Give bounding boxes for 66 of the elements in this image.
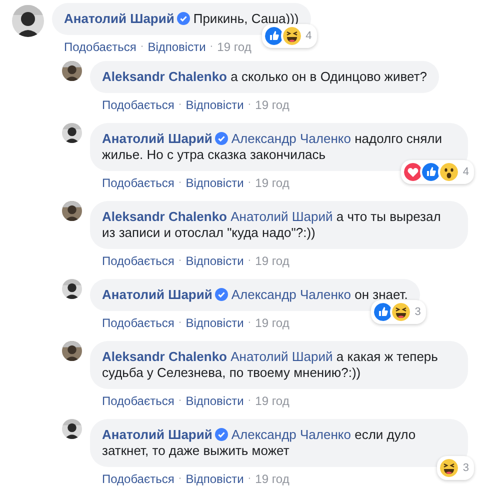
comment-text: Aleksandr Chalenko а сколько он в Одинцово живет? — [102, 69, 428, 85]
heart-icon — [402, 161, 424, 183]
separator-dot: · — [248, 98, 252, 112]
separator-dot: · — [248, 394, 252, 408]
like-icon — [372, 301, 394, 323]
action-link[interactable]: Подобається — [102, 175, 174, 191]
action-link[interactable]: Відповісти — [186, 393, 244, 409]
action-link[interactable]: Відповісти — [186, 97, 244, 113]
separator-dot: · — [248, 176, 252, 190]
timestamp: 19 год — [255, 97, 290, 113]
comment-text: Анатолий Шарий Александр Чаленко если дуло заткнет, то даже выжить может — [102, 427, 417, 459]
comment-text: Анатолий Шарий Прикинь, Саша))) — [64, 11, 299, 27]
action-link[interactable]: Відповісти — [186, 253, 244, 269]
author-link[interactable]: Анатолий Шарий — [102, 131, 212, 146]
laughing-emoji-icon — [438, 457, 460, 479]
author-link[interactable]: Анатолий Шарий — [102, 427, 212, 442]
mention-link[interactable]: Александр Чаленко — [231, 287, 351, 302]
action-link[interactable]: Подобається — [102, 471, 174, 487]
timestamp: 19 год — [217, 39, 252, 55]
reaction-count: 3 — [414, 304, 421, 320]
laughing-emoji-icon — [390, 301, 412, 323]
author-link[interactable]: Aleksandr Chalenko — [102, 69, 227, 84]
action-link[interactable]: Відповісти — [186, 315, 244, 331]
action-link[interactable]: Подобається — [102, 315, 174, 331]
separator-dot: · — [248, 254, 252, 268]
author-link[interactable]: Анатолий Шарий — [64, 11, 174, 26]
mention-link[interactable]: Александр Чаленко — [231, 131, 351, 146]
separator-dot: · — [178, 472, 182, 486]
reaction-count: 3 — [462, 460, 469, 476]
action-link[interactable]: Подобається — [102, 253, 174, 269]
mention-link[interactable]: Анатолий Шарий — [230, 349, 333, 364]
author-link[interactable]: Aleksandr Chalenko — [102, 209, 227, 224]
separator-dot: · — [178, 98, 182, 112]
timestamp: 19 год — [255, 315, 290, 331]
mention-link[interactable]: Александр Чаленко — [231, 427, 351, 442]
action-link[interactable]: Відповісти — [186, 175, 244, 191]
separator-dot: · — [248, 472, 252, 486]
action-link[interactable]: Відповісти — [186, 471, 244, 487]
separator-dot: · — [210, 40, 214, 54]
comment-text: Aleksandr Chalenko Анатолий Шарий а что ты вырезал из записи и отослал "куда надо"?:)) — [102, 209, 442, 241]
timestamp: 19 год — [255, 471, 290, 487]
action-link[interactable]: Відповісти — [148, 39, 206, 55]
action-link[interactable]: Подобається — [64, 39, 136, 55]
comment-text: Анатолий Шарий Александр Чаленко надолго сняли жилье. Но с утра сказка закончилась — [102, 131, 443, 163]
separator-dot: · — [140, 40, 144, 54]
separator-dot: · — [178, 394, 182, 408]
comment-text: Анатолий Шарий Александр Чаленко он знает. — [102, 287, 408, 303]
separator-dot: · — [178, 316, 182, 330]
action-link[interactable]: Подобається — [102, 393, 174, 409]
timestamp: 19 год — [255, 175, 290, 191]
surprised-emoji-icon — [438, 161, 460, 183]
reaction-count: 4 — [462, 164, 469, 180]
timestamp: 19 год — [255, 393, 290, 409]
like-icon — [262, 25, 285, 47]
mention-link[interactable]: Анатолий Шарий — [230, 209, 333, 224]
laughing-emoji-icon — [280, 25, 303, 47]
action-link[interactable]: Подобається — [102, 97, 174, 113]
like-icon — [420, 161, 442, 183]
comment-text: Aleksandr Chalenko Анатолий Шарий а какая ж теперь судьба у Селезнева, по твоему мнению?:)) — [102, 349, 439, 381]
author-link[interactable]: Анатолий Шарий — [102, 287, 212, 302]
timestamp: 19 год — [255, 253, 290, 269]
separator-dot: · — [178, 254, 182, 268]
separator-dot: · — [178, 176, 182, 190]
separator-dot: · — [248, 316, 252, 330]
reaction-count: 4 — [306, 28, 312, 44]
author-link[interactable]: Aleksandr Chalenko — [102, 349, 227, 364]
